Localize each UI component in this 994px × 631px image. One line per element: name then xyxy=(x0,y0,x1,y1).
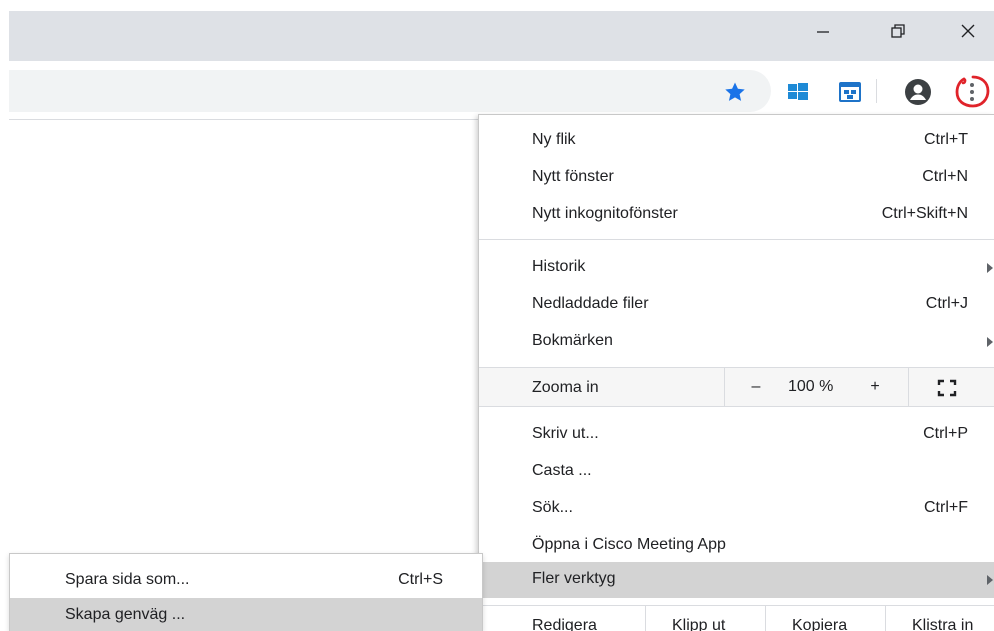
submenu-arrow-icon xyxy=(987,575,993,585)
menu-item-new-window[interactable]: Nytt fönster Ctrl+N xyxy=(479,160,994,196)
profile-icon[interactable] xyxy=(904,78,932,106)
chrome-main-menu: Ny flik Ctrl+T Nytt fönster Ctrl+N Nytt … xyxy=(478,114,994,631)
restore-icon xyxy=(891,24,905,38)
submenu-item-create-shortcut[interactable]: Skapa genväg ... xyxy=(10,598,482,631)
more-tools-submenu: Spara sida som... Ctrl+S Skapa genväg ..… xyxy=(9,553,483,631)
edit-row: Redigera Klipp ut Kopiera Klistra in xyxy=(479,605,994,631)
menu-item-label: Sök... xyxy=(532,499,573,516)
menu-item-open-in-cisco[interactable]: Öppna i Cisco Meeting App xyxy=(479,528,994,564)
windows-extension-icon[interactable] xyxy=(784,78,812,106)
menu-item-incognito[interactable]: Nytt inkognitofönster Ctrl+Skift+N xyxy=(479,197,994,233)
fullscreen-icon[interactable] xyxy=(937,379,957,397)
submenu-item-label: Spara sida som... xyxy=(65,571,190,588)
menu-item-shortcut: Ctrl+F xyxy=(924,499,968,516)
address-bar[interactable] xyxy=(9,70,771,112)
kebab-menu-icon[interactable] xyxy=(953,74,991,110)
menu-item-label: Nytt inkognitofönster xyxy=(532,205,678,222)
minimize-button[interactable] xyxy=(800,11,846,51)
menu-item-shortcut: Ctrl+J xyxy=(925,295,968,312)
close-window-button[interactable] xyxy=(945,11,991,51)
menu-item-label: Öppna i Cisco Meeting App xyxy=(532,536,726,553)
zoom-divider xyxy=(908,368,909,406)
menu-item-shortcut: Ctrl+P xyxy=(923,425,968,442)
menu-item-label: Fler verktyg xyxy=(532,570,616,587)
translate-extension-icon[interactable] xyxy=(836,78,864,106)
submenu-arrow-icon xyxy=(987,263,993,273)
copy-button[interactable]: Kopiera xyxy=(765,606,885,631)
menu-item-find[interactable]: Sök... Ctrl+F xyxy=(479,491,994,527)
zoom-level: 100 % xyxy=(788,378,834,395)
zoom-divider xyxy=(724,368,725,406)
menu-item-downloads[interactable]: Nedladdade filer Ctrl+J xyxy=(479,287,994,323)
close-icon xyxy=(961,24,975,38)
menu-item-print[interactable]: Skriv ut... Ctrl+P xyxy=(479,417,994,453)
star-bookmark-icon[interactable] xyxy=(721,78,749,106)
title-bar xyxy=(9,11,994,61)
menu-item-new-tab[interactable]: Ny flik Ctrl+T xyxy=(479,123,994,159)
menu-item-label: Nytt fönster xyxy=(532,168,614,185)
menu-item-label: Nedladdade filer xyxy=(532,295,649,312)
paste-label: Klistra in xyxy=(912,617,974,631)
toolbar-separator xyxy=(876,79,877,103)
zoom-out-button[interactable]: – xyxy=(741,374,771,400)
submenu-item-label: Skapa genväg ... xyxy=(65,606,186,623)
menu-item-shortcut: Ctrl+N xyxy=(922,168,968,185)
menu-item-cast[interactable]: Casta ... xyxy=(479,454,994,490)
submenu-item-shortcut: Ctrl+S xyxy=(398,571,443,588)
copy-label: Kopiera xyxy=(792,617,848,631)
submenu-arrow-icon xyxy=(987,337,993,347)
submenu-item-save-page[interactable]: Spara sida som... Ctrl+S xyxy=(10,554,482,590)
edit-label: Redigera xyxy=(532,617,597,631)
menu-item-label: Ny flik xyxy=(532,131,576,148)
menu-item-more-tools[interactable]: Fler verktyg xyxy=(479,562,994,598)
menu-item-label: Skriv ut... xyxy=(532,425,599,442)
cut-button[interactable]: Klipp ut xyxy=(645,606,765,631)
menu-item-history[interactable]: Historik xyxy=(479,250,994,286)
menu-separator xyxy=(479,239,994,240)
menu-item-label: Casta ... xyxy=(532,462,592,479)
menu-item-shortcut: Ctrl+T xyxy=(924,131,968,148)
minimize-icon xyxy=(817,31,829,33)
menu-item-label: Historik xyxy=(532,258,586,275)
menu-item-label: Bokmärken xyxy=(532,332,613,349)
paste-button[interactable]: Klistra in xyxy=(885,606,994,631)
menu-item-shortcut: Ctrl+Skift+N xyxy=(881,205,968,222)
cut-label: Klipp ut xyxy=(672,617,726,631)
menu-item-bookmarks[interactable]: Bokmärken xyxy=(479,324,994,360)
zoom-in-button[interactable]: + xyxy=(860,374,890,400)
browser-window: Ny flik Ctrl+T Nytt fönster Ctrl+N Nytt … xyxy=(0,0,994,631)
restore-button[interactable] xyxy=(875,11,921,51)
zoom-label: Zooma in xyxy=(532,379,599,396)
zoom-row: Zooma in – 100 % + xyxy=(479,367,994,407)
